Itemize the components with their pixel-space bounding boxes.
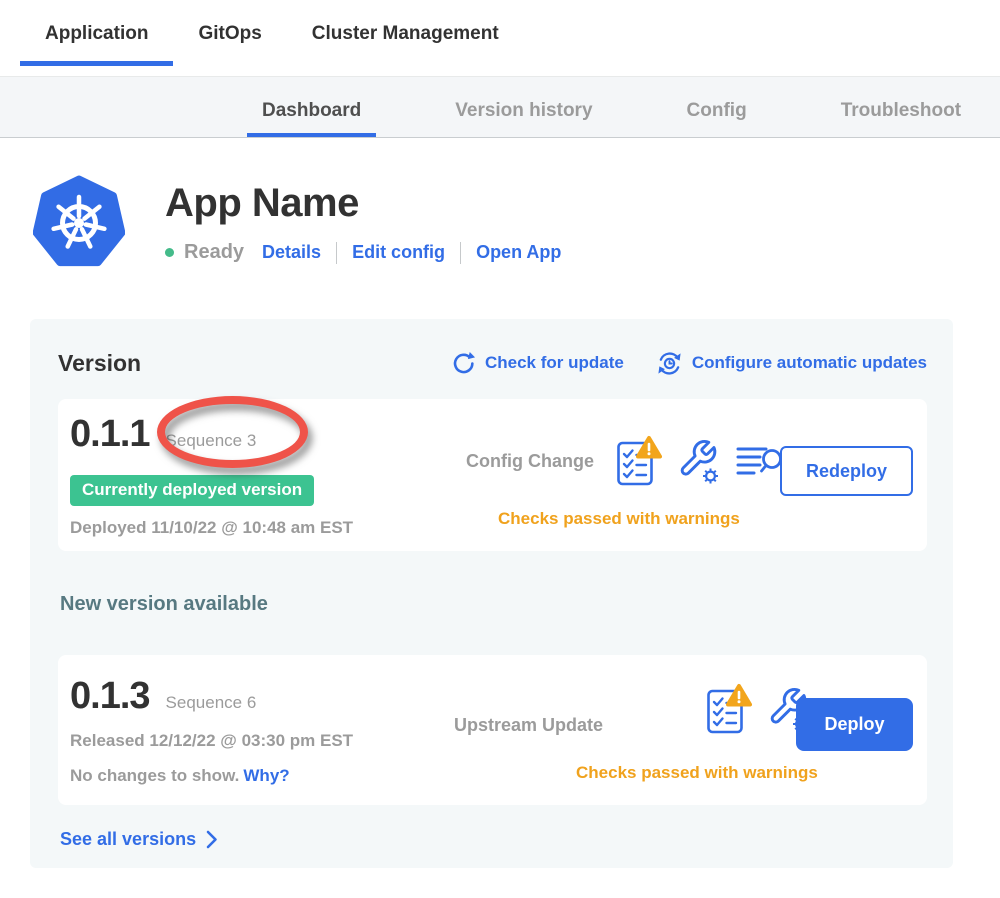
sub-nav: Dashboard Version history Config Trouble… <box>0 77 1000 138</box>
schedule-update-icon <box>656 350 683 377</box>
check-for-update-link[interactable]: Check for update <box>451 351 624 376</box>
app-header: App Name Ready Details Edit config Open … <box>33 175 1000 271</box>
preflight-checks-icon[interactable] <box>616 435 662 487</box>
current-sequence-label: Sequence 3 <box>166 431 257 451</box>
config-wrench-icon[interactable] <box>677 438 721 485</box>
open-app-link[interactable]: Open App <box>476 242 561 263</box>
tab-application[interactable]: Application <box>20 23 173 66</box>
kubernetes-logo <box>33 175 125 271</box>
divider <box>336 242 337 264</box>
tab-troubleshoot[interactable]: Troubleshoot <box>826 100 976 137</box>
available-version-number: 0.1.3 <box>70 675 150 718</box>
preflight-checks-icon[interactable] <box>706 683 752 735</box>
version-actions: Check for update Configure automat <box>451 350 927 377</box>
currently-deployed-badge: Currently deployed version <box>70 475 314 506</box>
warning-triangle-icon <box>638 438 660 457</box>
current-version-row: 0.1.1 Sequence 3 <box>70 413 256 456</box>
ready-status-dot <box>165 248 174 257</box>
app-title: App Name <box>165 181 561 226</box>
available-sequence-label: Sequence 6 <box>166 693 257 713</box>
see-all-versions-label: See all versions <box>60 829 196 850</box>
version-section: Version Check for update <box>30 319 953 868</box>
tab-dashboard[interactable]: Dashboard <box>247 100 376 137</box>
released-timestamp: Released 12/12/22 @ 03:30 pm EST <box>70 731 353 751</box>
available-checks-status[interactable]: Checks passed with warnings <box>576 763 818 783</box>
current-version-number: 0.1.1 <box>70 413 150 456</box>
available-version-row: 0.1.3 Sequence 6 <box>70 675 256 718</box>
current-checks-status[interactable]: Checks passed with warnings <box>498 509 740 529</box>
redeploy-button[interactable]: Redeploy <box>780 446 913 496</box>
warning-triangle-icon <box>728 686 750 705</box>
available-source-label: Upstream Update <box>454 715 603 736</box>
version-heading: Version <box>58 350 141 377</box>
tab-version-history[interactable]: Version history <box>440 100 607 137</box>
why-link[interactable]: Why? <box>243 766 289 785</box>
configure-automatic-updates-link[interactable]: Configure automatic updates <box>656 350 927 377</box>
check-for-update-label: Check for update <box>485 353 624 373</box>
see-all-versions-link[interactable]: See all versions <box>60 829 927 850</box>
no-changes-text: No changes to show.Why? <box>70 766 290 786</box>
tab-gitops[interactable]: GitOps <box>173 23 286 66</box>
available-release-card: 0.1.3 Sequence 6 Released 12/12/22 @ 03:… <box>58 655 927 805</box>
tab-config[interactable]: Config <box>672 100 762 137</box>
edit-config-link[interactable]: Edit config <box>352 242 445 263</box>
current-release-card: 0.1.1 Sequence 3 Currently deployed vers… <box>58 399 927 551</box>
details-link[interactable]: Details <box>262 242 321 263</box>
new-version-heading: New version available <box>60 593 927 617</box>
deploy-button[interactable]: Deploy <box>796 698 913 751</box>
deployed-timestamp: Deployed 11/10/22 @ 10:48 am EST <box>70 518 353 538</box>
diff-view-icon[interactable] <box>736 443 783 480</box>
current-source-label: Config Change <box>466 451 594 472</box>
no-changes-label: No changes to show. <box>70 766 239 785</box>
app-status-row: Ready Details Edit config Open App <box>165 241 561 264</box>
refresh-icon <box>451 351 476 376</box>
app-info: App Name Ready Details Edit config Open … <box>165 175 561 271</box>
current-release-icons <box>616 435 783 487</box>
version-section-header: Version Check for update <box>58 349 927 377</box>
divider <box>460 242 461 264</box>
app-status-text: Ready <box>184 241 244 264</box>
top-nav: Application GitOps Cluster Management <box>0 0 1000 77</box>
chevron-right-icon <box>206 830 218 849</box>
admin-console-page: Application GitOps Cluster Management Da… <box>0 0 1000 898</box>
tab-cluster-management[interactable]: Cluster Management <box>287 23 524 66</box>
configure-automatic-updates-label: Configure automatic updates <box>692 353 927 373</box>
